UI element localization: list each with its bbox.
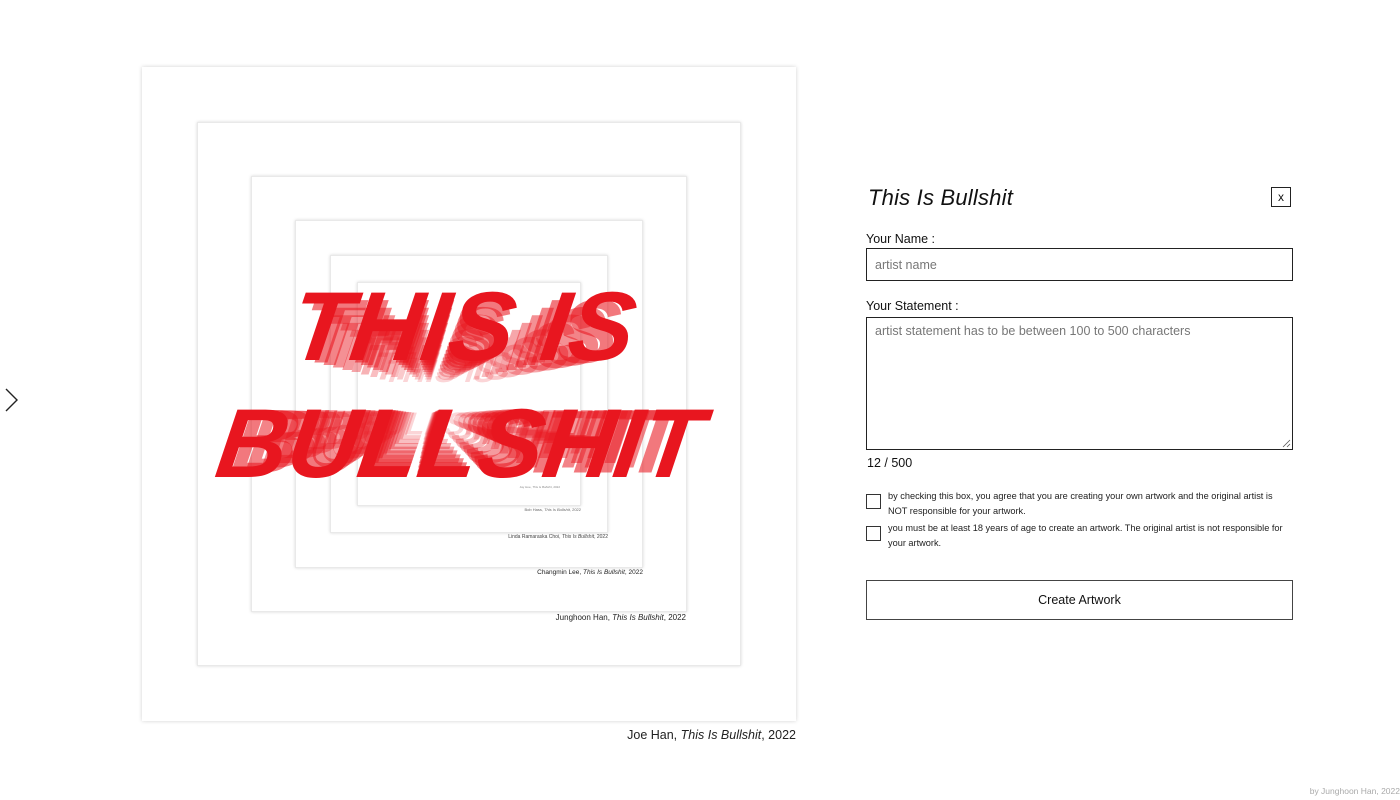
artist-statement-input[interactable] <box>866 317 1293 450</box>
create-artwork-button[interactable]: Create Artwork <box>866 580 1293 620</box>
artwork-image: Junghoon Han, This Is Bullshit, 2022 Cha… <box>142 67 796 721</box>
character-counter: 12 / 500 <box>867 456 913 470</box>
agreement-checkbox[interactable] <box>866 494 881 509</box>
agreement-text: by checking this box, you agree that you… <box>888 491 1273 516</box>
form-title: This Is Bullshit <box>868 185 1014 210</box>
next-artwork-button[interactable] <box>0 384 24 416</box>
artwork-frame-5 <box>357 282 581 506</box>
resize-handle-icon[interactable] <box>1282 439 1291 448</box>
age-checkbox[interactable] <box>866 526 881 541</box>
artwork-caption: Joe Han, This Is Bullshit, 2022 <box>627 728 796 742</box>
close-button[interactable]: x <box>1271 187 1291 207</box>
chevron-right-icon <box>5 388 18 412</box>
agreement-checkbox-row: by checking this box, you agree that you… <box>866 489 1294 521</box>
frame-caption-1: Junghoon Han, This Is Bullshit, 2022 <box>555 613 686 622</box>
frame-caption-4: Bob Hass, This Is Bullshit, 2022 <box>524 507 582 512</box>
footer-credit: by Junghoon Han, 2022 <box>1309 786 1400 796</box>
frame-caption-3: Linda Ramaraska Choi, This Is Bullshit, … <box>508 534 608 540</box>
statement-label: Your Statement : <box>866 299 959 313</box>
age-checkbox-row: you must be at least 18 years of age to … <box>866 521 1294 553</box>
frame-caption-2: Changmin Lee, This Is Bullshit, 2022 <box>537 569 643 576</box>
artist-name-input[interactable] <box>866 248 1293 281</box>
frame-caption-5: Jay Hoe, This Is Bullshit, 2022 <box>519 485 560 489</box>
name-label: Your Name : <box>866 232 936 246</box>
age-text: you must be at least 18 years of age to … <box>888 523 1283 548</box>
